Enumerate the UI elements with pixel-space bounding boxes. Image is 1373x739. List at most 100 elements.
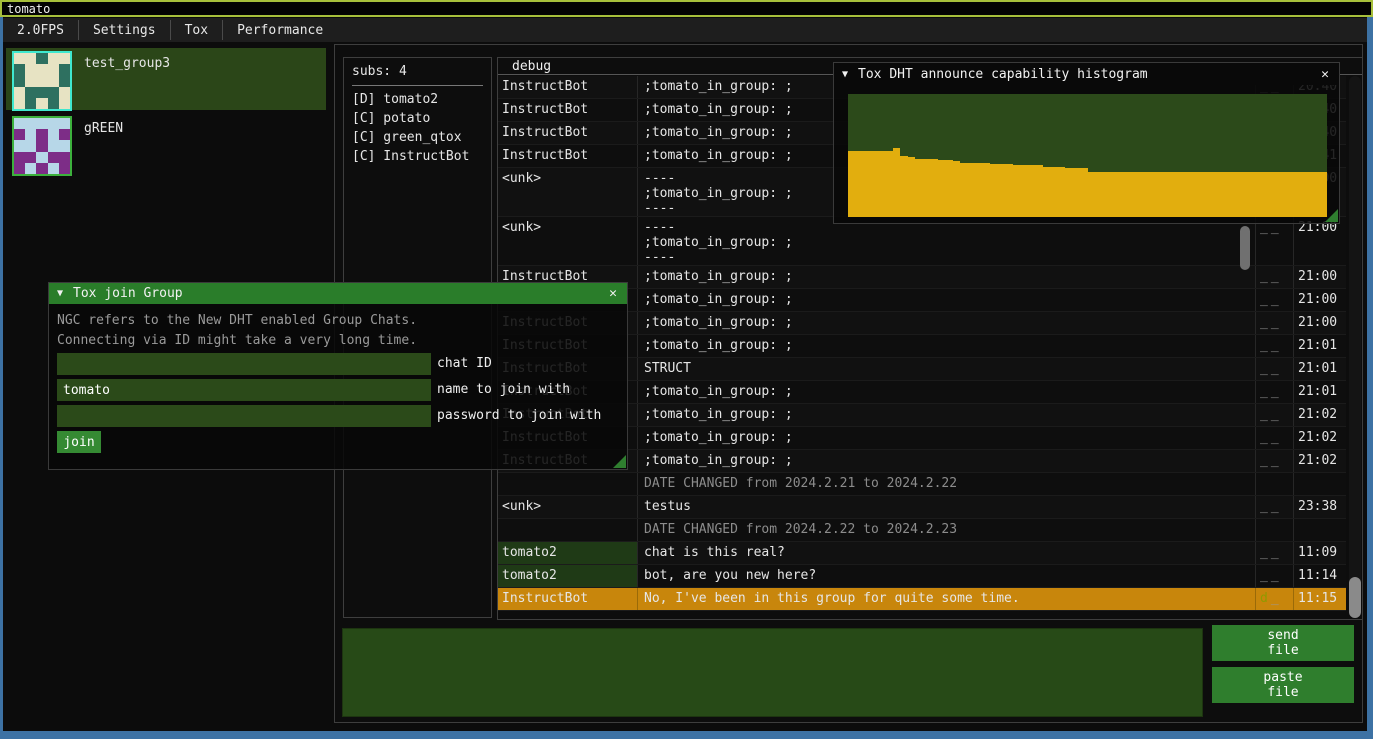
message-time	[1294, 473, 1346, 495]
histogram-bar	[930, 159, 937, 217]
message-text: ;tomato_in_group: ;	[638, 312, 1256, 334]
subs-member[interactable]: [C] potato	[344, 109, 491, 128]
join-name-label: name to join with	[437, 382, 570, 397]
join-window-titlebar[interactable]: ▼ Tox join Group ✕	[49, 283, 627, 304]
histogram-bar	[968, 163, 975, 217]
resize-grip[interactable]	[1325, 209, 1338, 222]
histogram-bar	[1013, 165, 1020, 217]
histogram-bar	[1215, 172, 1222, 218]
join-name-input[interactable]	[57, 379, 431, 401]
message-sender: InstructBot	[498, 145, 638, 167]
subs-member[interactable]: [C] green_qtox	[344, 128, 491, 147]
close-icon[interactable]: ✕	[1319, 67, 1331, 82]
histogram-window-titlebar[interactable]: ▼ Tox DHT announce capability histogram …	[834, 63, 1339, 85]
message-flags: __	[1256, 217, 1294, 265]
message-sender: InstructBot	[498, 99, 638, 121]
message-text: ---- ;tomato_in_group: ; ----	[638, 217, 1256, 265]
histogram-bar	[885, 151, 892, 217]
histogram-bar	[1260, 172, 1267, 218]
histogram-bar	[1222, 172, 1229, 218]
group-name: test_group3	[84, 56, 170, 110]
message-row[interactable]: tomato2bot, are you new here?__11:14	[498, 565, 1346, 588]
message-text: testus	[638, 496, 1256, 518]
chat-id-input[interactable]	[57, 353, 431, 375]
histogram-bar	[1305, 172, 1312, 218]
histogram-bar	[1088, 172, 1095, 218]
message-flags: __	[1256, 496, 1294, 518]
message-sender	[498, 473, 638, 495]
date-changed-row[interactable]: DATE CHANGED from 2024.2.22 to 2024.2.23	[498, 519, 1346, 542]
menu-item-tox[interactable]: Tox	[171, 18, 222, 42]
histogram-bar	[1117, 172, 1124, 218]
message-flags: __	[1256, 542, 1294, 564]
histogram-bar	[1020, 165, 1027, 217]
message-sender: InstructBot	[498, 588, 638, 610]
message-input[interactable]	[342, 628, 1203, 717]
date-changed-row[interactable]: DATE CHANGED from 2024.2.21 to 2024.2.22	[498, 473, 1346, 496]
message-time: 21:00	[1294, 289, 1346, 311]
histogram-bar	[893, 148, 900, 217]
histogram-bar	[983, 163, 990, 217]
menu-items: SettingsToxPerformance	[79, 18, 337, 42]
message-sender: tomato2	[498, 542, 638, 564]
group-list-item-gREEN[interactable]: gREEN	[6, 113, 326, 175]
chat-scrollbar-track[interactable]	[1349, 76, 1361, 618]
menu-bar: 2.0FPS SettingsToxPerformance	[3, 18, 1367, 42]
histogram-bar	[908, 157, 915, 217]
close-icon[interactable]: ✕	[607, 286, 619, 301]
histogram-bar	[1065, 168, 1072, 217]
histogram-bar	[1267, 172, 1274, 218]
tab-debug[interactable]: debug	[498, 58, 561, 74]
message-inner-scrollbar-thumb[interactable]	[1240, 226, 1250, 270]
histogram-bar	[1073, 168, 1080, 217]
message-time: 21:01	[1294, 358, 1346, 380]
histogram-bar	[975, 163, 982, 217]
menu-item-performance[interactable]: Performance	[223, 18, 337, 42]
join-desc-line1: NGC refers to the New DHT enabled Group …	[57, 313, 417, 328]
os-titlebar[interactable]: tomato	[0, 0, 1373, 17]
histogram-bar	[915, 159, 922, 217]
message-text: DATE CHANGED from 2024.2.21 to 2024.2.22	[638, 473, 1256, 495]
histogram-bar	[1192, 172, 1199, 218]
group-list-item-test_group3[interactable]: test_group3	[6, 48, 326, 110]
message-text: chat is this real?	[638, 542, 1256, 564]
join-password-input[interactable]	[57, 405, 431, 427]
collapse-arrow-icon[interactable]: ▼	[57, 288, 63, 299]
histogram-bar	[1312, 172, 1319, 218]
histogram-bar	[900, 156, 907, 218]
message-text: ;tomato_in_group: ;	[638, 427, 1256, 449]
subs-list: [D] tomato2[C] potato[C] green_qtox[C] I…	[344, 90, 491, 166]
histogram-bar	[878, 151, 885, 217]
histogram-bar	[1185, 172, 1192, 218]
histogram-window-title: Tox DHT announce capability histogram	[858, 67, 1319, 82]
message-sender: <unk>	[498, 168, 638, 216]
histogram-bar	[1290, 172, 1297, 218]
histogram-bar	[1035, 165, 1042, 217]
join-button[interactable]: join	[57, 431, 101, 453]
message-flags: __	[1256, 450, 1294, 472]
subs-member[interactable]: [D] tomato2	[344, 90, 491, 109]
message-text: No, I've been in this group for quite so…	[638, 588, 1256, 610]
paste-file-button[interactable]: paste file	[1212, 667, 1354, 703]
message-text: ;tomato_in_group: ;	[638, 289, 1256, 311]
chat-scrollbar-thumb[interactable]	[1349, 577, 1361, 618]
send-file-button[interactable]: send file	[1212, 625, 1354, 661]
message-flags: __	[1256, 312, 1294, 334]
histogram-bar	[848, 151, 855, 217]
message-time: 21:00	[1294, 266, 1346, 288]
menu-item-settings[interactable]: Settings	[79, 18, 170, 42]
subs-member[interactable]: [C] InstructBot	[344, 147, 491, 166]
message-flags	[1256, 519, 1294, 541]
resize-grip[interactable]	[613, 455, 626, 468]
message-text: STRUCT	[638, 358, 1256, 380]
message-row[interactable]: <unk>testus__23:38	[498, 496, 1346, 519]
histogram-bar	[1230, 172, 1237, 218]
histogram-bar	[1207, 172, 1214, 218]
histogram-bar	[1095, 172, 1102, 218]
message-row[interactable]: tomato2chat is this real?__11:09	[498, 542, 1346, 565]
os-border-left	[0, 17, 3, 739]
message-row[interactable]: <unk>---- ;tomato_in_group: ; ----__21:0…	[498, 217, 1346, 266]
collapse-arrow-icon[interactable]: ▼	[842, 69, 848, 80]
message-sender: InstructBot	[498, 122, 638, 144]
message-row[interactable]: InstructBotNo, I've been in this group f…	[498, 588, 1346, 611]
